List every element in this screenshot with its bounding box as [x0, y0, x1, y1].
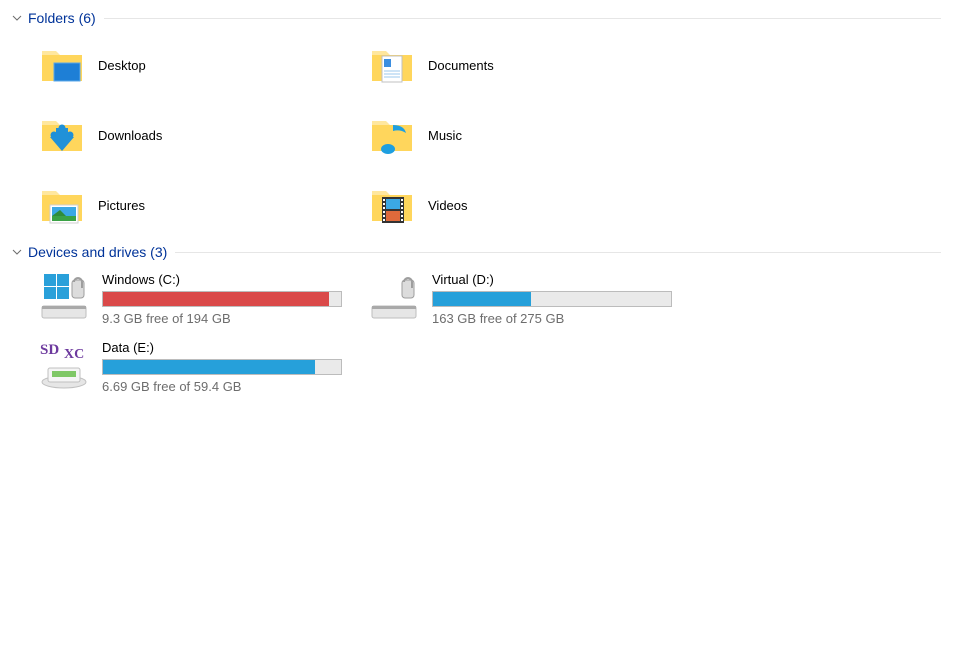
drive-item-label: Data (E:)	[102, 340, 356, 355]
drive-free-label: 163 GB free of 275 GB	[432, 311, 686, 326]
documents-folder-icon	[368, 41, 416, 89]
windows-drive-icon	[38, 270, 94, 326]
folder-item-music[interactable]: Music	[362, 100, 692, 170]
drive-usage-bar	[102, 291, 342, 307]
divider	[104, 18, 941, 19]
drive-usage-bar	[102, 359, 342, 375]
folder-item-label: Desktop	[98, 58, 146, 73]
folder-item-label: Videos	[428, 198, 468, 213]
hard-drive-icon	[368, 270, 424, 326]
downloads-folder-icon	[38, 111, 86, 159]
drives-group-count: (3)	[150, 244, 167, 260]
drive-usage-bar	[432, 291, 672, 307]
drive-item-d[interactable]: Virtual (D:) 163 GB free of 275 GB	[362, 264, 692, 332]
svg-text:XC: XC	[64, 347, 84, 362]
drives-group-title: Devices and drives	[28, 244, 146, 260]
folder-item-videos[interactable]: Videos	[362, 170, 692, 240]
drive-item-label: Virtual (D:)	[432, 272, 686, 287]
folder-item-documents[interactable]: Documents	[362, 30, 692, 100]
folder-item-label: Pictures	[98, 198, 145, 213]
folder-item-label: Documents	[428, 58, 494, 73]
svg-text:SD: SD	[40, 342, 59, 358]
drive-usage-fill	[433, 292, 531, 306]
sd-card-drive-icon: SD XC	[38, 338, 94, 394]
desktop-folder-icon	[38, 41, 86, 89]
videos-folder-icon	[368, 181, 416, 229]
divider	[175, 252, 941, 253]
drive-usage-fill	[103, 292, 329, 306]
folder-item-downloads[interactable]: Downloads	[32, 100, 362, 170]
folders-group-header[interactable]: Folders (6)	[12, 6, 941, 30]
chevron-down-icon	[12, 10, 22, 26]
music-folder-icon	[368, 111, 416, 159]
folder-item-label: Downloads	[98, 128, 162, 143]
drive-usage-fill	[103, 360, 315, 374]
folder-item-label: Music	[428, 128, 462, 143]
folders-group-title: Folders	[28, 10, 75, 26]
drives-group-header[interactable]: Devices and drives (3)	[12, 240, 941, 264]
drive-item-c[interactable]: Windows (C:) 9.3 GB free of 194 GB	[32, 264, 362, 332]
drive-item-e[interactable]: SD XC Data (E:) 6.69 GB free of 59.4 GB	[32, 332, 362, 400]
drive-item-label: Windows (C:)	[102, 272, 356, 287]
folders-group-count: (6)	[79, 10, 96, 26]
drive-free-label: 6.69 GB free of 59.4 GB	[102, 379, 356, 394]
folder-item-desktop[interactable]: Desktop	[32, 30, 362, 100]
chevron-down-icon	[12, 244, 22, 260]
drive-free-label: 9.3 GB free of 194 GB	[102, 311, 356, 326]
folder-item-pictures[interactable]: Pictures	[32, 170, 362, 240]
pictures-folder-icon	[38, 181, 86, 229]
